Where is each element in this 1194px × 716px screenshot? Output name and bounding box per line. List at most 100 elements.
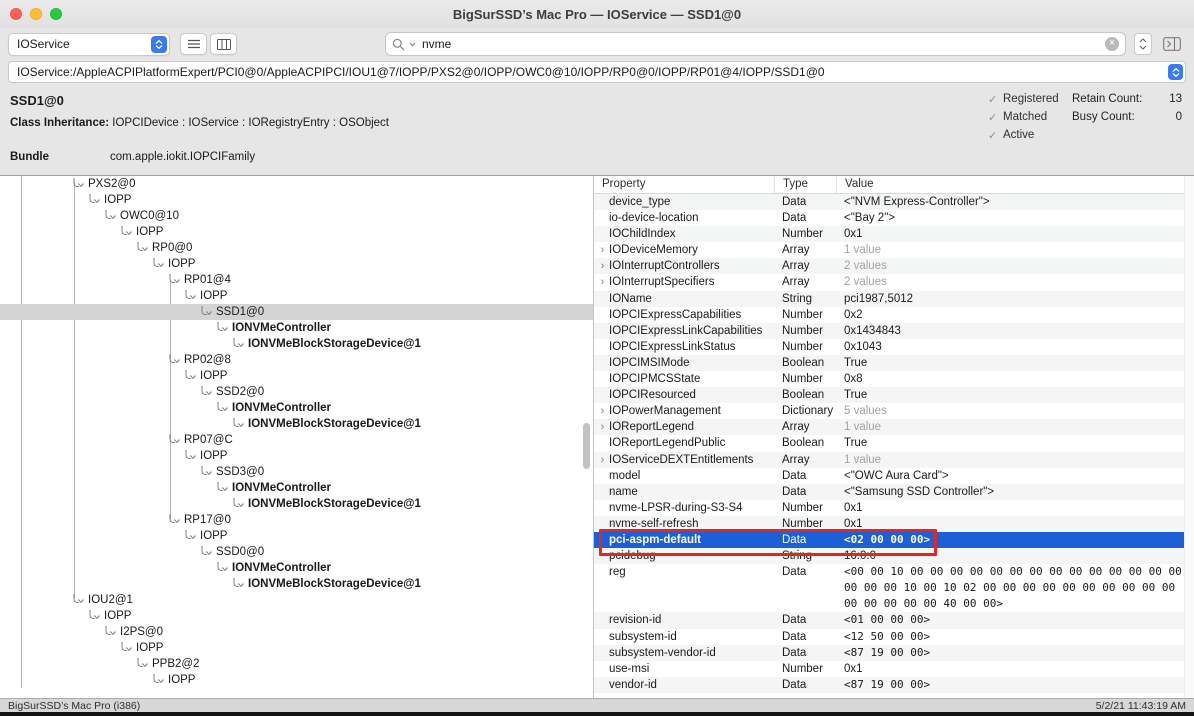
disclosure-chevron-icon[interactable]: › — [596, 403, 609, 419]
path-stepper[interactable] — [1168, 64, 1183, 80]
tree-item-i2ps-0[interactable]: I2PS@0 — [0, 624, 593, 640]
tree-item-ssd3-0[interactable]: SSD3@0 — [0, 464, 593, 480]
table-row-revision-id[interactable]: revision-id Data <01 00 00 00> — [594, 612, 1194, 629]
active-checkbox[interactable]: ✓ Active — [988, 126, 1059, 144]
table-row-pcidebug[interactable]: pcidebug String 16:0:0 — [594, 548, 1194, 565]
registry-path-field[interactable]: IOService:/AppleACPIPlatformExpert/PCI0@… — [8, 61, 1186, 83]
search-result-stepper[interactable] — [1134, 33, 1152, 55]
table-row-name[interactable]: name Data <"Samsung SSD Controller"> — [594, 483, 1194, 500]
table-row-ioname[interactable]: IOName String pci1987,5012 — [594, 290, 1194, 307]
tree-item-ppb2-2[interactable]: PPB2@2 — [0, 656, 593, 672]
tree-item-iopp[interactable]: IOPP — [0, 672, 593, 688]
tree-item-ionvmecontroller[interactable]: IONVMeController — [0, 560, 593, 576]
clear-search-icon[interactable]: × — [1105, 37, 1119, 51]
tree-item-ssd1-0[interactable]: SSD1@0 — [0, 304, 593, 320]
tree-item-ionvmeblockstoragedevice-1[interactable]: IONVMeBlockStorageDevice@1 — [0, 496, 593, 512]
table-row-iointerruptspecifiers[interactable]: › IOInterruptSpecifiers Array 2 values — [594, 274, 1194, 290]
property-cell: pcidebug — [594, 548, 774, 564]
tree-item-ionvmecontroller[interactable]: IONVMeController — [0, 480, 593, 496]
search-input[interactable] — [420, 36, 1101, 52]
disclosure-chevron-icon[interactable]: › — [596, 242, 609, 258]
tree-item-ssd2-0[interactable]: SSD2@0 — [0, 384, 593, 400]
tree-connector-icon — [233, 498, 244, 508]
table-row-iopciexpresscapabilities[interactable]: IOPCIExpressCapabilities Number 0x2 — [594, 307, 1194, 323]
table-scrollbar-track[interactable] — [1184, 176, 1194, 698]
tree-item-iopp[interactable]: IOPP — [0, 192, 593, 208]
column-view-button[interactable] — [210, 33, 237, 55]
registry-plane-popup[interactable]: IOService — [8, 32, 170, 56]
tree-item-label: IOPP — [200, 530, 228, 542]
tree-scrollbar-thumb[interactable] — [583, 423, 590, 469]
tree-item-pxs2-0[interactable]: PXS2@0 — [0, 176, 593, 192]
tree-item-ionvmecontroller[interactable]: IONVMeController — [0, 320, 593, 336]
list-view-icon — [187, 39, 200, 49]
registered-checkbox[interactable]: ✓ Registered — [988, 90, 1059, 108]
checkmark-icon: ✓ — [988, 111, 998, 124]
tree-item-label: IOPP — [200, 290, 228, 302]
tree-item-ionvmeblockstoragedevice-1[interactable]: IONVMeBlockStorageDevice@1 — [0, 416, 593, 432]
list-view-button[interactable] — [180, 33, 207, 55]
tree-item-iopp[interactable]: IOPP — [0, 368, 593, 384]
tree-item-ionvmecontroller[interactable]: IONVMeController — [0, 400, 593, 416]
table-row-use-msi[interactable]: use-msi Number 0x1 — [594, 661, 1194, 677]
table-row-model[interactable]: model Data <"OWC Aura Card"> — [594, 468, 1194, 484]
tree-item-label: IOPP — [104, 610, 132, 622]
disclosure-chevron-icon[interactable]: › — [596, 452, 609, 468]
disclosure-chevron-icon[interactable]: › — [596, 258, 609, 274]
table-row-device-type[interactable]: device_type Data <"NVM Express-Controller"… — [594, 194, 1194, 211]
table-row-iopcipmcsstate[interactable]: IOPCIPMCSState Number 0x8 — [594, 371, 1194, 387]
tree-connector-icon — [121, 642, 132, 652]
disclosure-chevron-icon[interactable]: › — [596, 274, 609, 290]
tree-item-ssd0-0[interactable]: SSD0@0 — [0, 544, 593, 560]
close-button[interactable] — [10, 8, 22, 20]
table-row-iochildindex[interactable]: IOChildIndex Number 0x1 — [594, 226, 1194, 243]
zoom-button[interactable] — [50, 8, 62, 20]
tree-item-ionvmeblockstoragedevice-1[interactable]: IONVMeBlockStorageDevice@1 — [0, 336, 593, 352]
tree-item-iopp[interactable]: IOPP — [0, 288, 593, 304]
table-row-reg[interactable]: reg Data <00 00 10 00 00 00 00 00 00 00 00… — [594, 564, 1194, 612]
table-row-iopciexpresslinkstatus[interactable]: IOPCIExpressLinkStatus Number 0x1043 — [594, 339, 1194, 355]
tree-item-ionvmeblockstoragedevice-1[interactable]: IONVMeBlockStorageDevice@1 — [0, 576, 593, 592]
inspector-toggle-button[interactable] — [1158, 33, 1186, 55]
table-row-iodevicememory[interactable]: › IODeviceMemory Array 1 value — [594, 242, 1194, 258]
table-row-pci-aspm-default[interactable]: pci-aspm-default Data <02 00 00 00> — [594, 528, 1194, 556]
tree-item-iopp[interactable]: IOPP — [0, 448, 593, 464]
tree-item-iopp[interactable]: IOPP — [0, 640, 593, 656]
table-row-iopciexpresslinkcapabilities[interactable]: IOPCIExpressLinkCapabilities Number 0x1434… — [594, 322, 1194, 339]
type-cell: Data — [782, 646, 807, 659]
type-cell: Dictionary — [782, 405, 834, 418]
value-cell: pci1987,5012 — [844, 292, 914, 305]
disclosure-chevron-icon[interactable]: › — [596, 419, 609, 435]
table-row-ioreportlegendpublic[interactable]: IOReportLegendPublic Boolean True — [594, 435, 1194, 451]
matched-checkbox[interactable]: ✓ Matched — [988, 108, 1059, 126]
tree-item-iou2-1[interactable]: IOU2@1 — [0, 592, 593, 608]
table-row-iopowermanagement[interactable]: › IOPowerManagement Dictionary 5 values — [594, 403, 1194, 419]
tree-item-label: RP17@0 — [184, 514, 231, 526]
tree-item-rp0-0[interactable]: RP0@0 — [0, 240, 593, 256]
tree-item-iopp[interactable]: IOPP — [0, 528, 593, 544]
table-row-iopciresourced[interactable]: IOPCIResourced Boolean True — [594, 387, 1194, 404]
type-cell: Number — [782, 501, 823, 514]
table-row-ioreportlegend[interactable]: › IOReportLegend Array 1 value — [594, 419, 1194, 436]
table-row-nvme-self-refresh[interactable]: nvme-self-refresh Number 0x1 — [594, 515, 1194, 532]
tree-item-iopp[interactable]: IOPP — [0, 608, 593, 624]
table-row-vendor-id[interactable]: vendor-id Data <87 19 00 00> — [594, 676, 1194, 693]
table-row-iopcimsimode[interactable]: IOPCIMSIMode Boolean True — [594, 354, 1194, 372]
table-row-io-device-location[interactable]: io-device-location Data <"Bay 2"> — [594, 210, 1194, 226]
tree-item-rp02-8[interactable]: RP02@8 — [0, 352, 593, 368]
table-row-subsystem-vendor-id[interactable]: subsystem-vendor-id Data <87 19 00 00> — [594, 644, 1194, 661]
device-tree[interactable]: PXS2@0 IOPP OWC0@10 IOPP RP0@0 IOPP RP01@4 IOPP… — [0, 176, 594, 698]
tree-item-iopp[interactable]: IOPP — [0, 256, 593, 272]
row-gutter — [596, 355, 609, 371]
table-row-nvme-lpsr-during-s3-s4[interactable]: nvme-LPSR-during-S3-S4 Number 0x1 — [594, 500, 1194, 516]
tree-item-rp17-0[interactable]: RP17@0 — [0, 512, 593, 528]
table-row-ioservicedextentitlements[interactable]: › IOServiceDEXTEntitlements Array 1 value — [594, 451, 1194, 468]
table-row-subsystem-id[interactable]: subsystem-id Data <12 50 00 00> — [594, 629, 1194, 645]
type-cell: Data — [782, 212, 807, 225]
table-row-iointerruptcontrollers[interactable]: › IOInterruptControllers Array 2 values — [594, 258, 1194, 275]
tree-item-owc0-10[interactable]: OWC0@10 — [0, 208, 593, 224]
tree-item-iopp[interactable]: IOPP — [0, 224, 593, 240]
tree-item-rp01-4[interactable]: RP01@4 — [0, 272, 593, 288]
minimize-button[interactable] — [30, 8, 42, 20]
tree-item-rp07-c[interactable]: RP07@C — [0, 432, 593, 448]
